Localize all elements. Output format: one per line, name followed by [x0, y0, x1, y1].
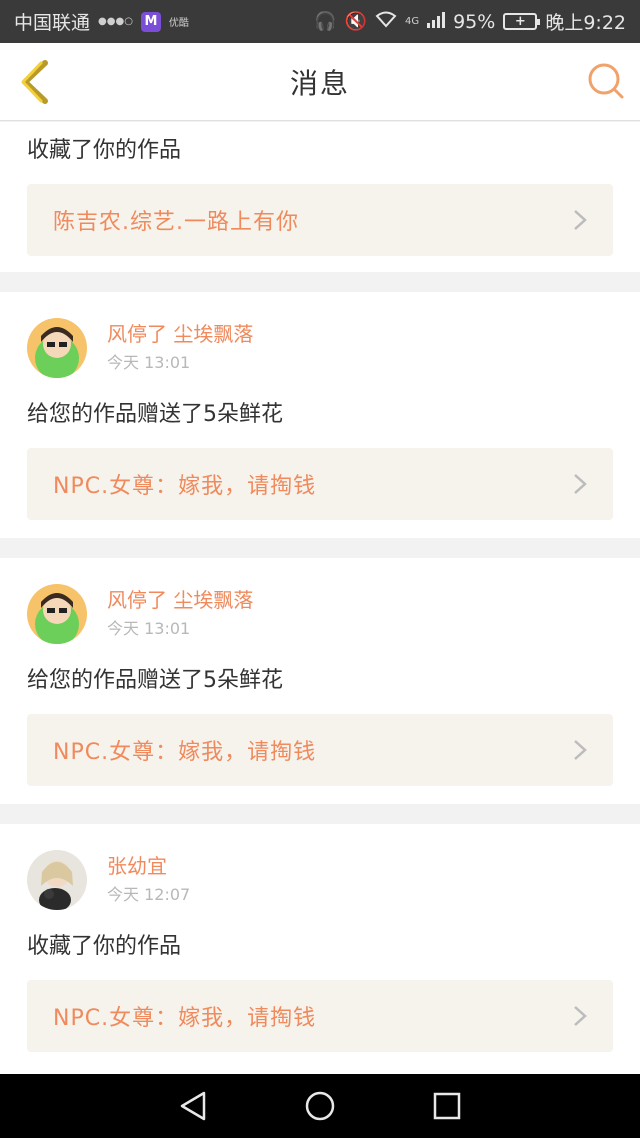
avatar[interactable] — [27, 850, 87, 910]
work-title: NPC.女尊：嫁我，请掏钱 — [53, 1006, 317, 1031]
user-name[interactable]: 张幼宜 — [107, 853, 190, 879]
user-row[interactable]: 张幼宜 今天 12:07 — [27, 850, 613, 912]
signal-label: ●●●○ — [98, 16, 133, 27]
chevron-right-icon — [574, 210, 587, 230]
triangle-back-icon — [181, 1091, 206, 1121]
message-text: 给您的作品赠送了5朵鲜花 — [27, 402, 283, 427]
message-text: 给您的作品赠送了5朵鲜花 — [27, 668, 283, 693]
avatar[interactable] — [27, 318, 87, 378]
back-arrow-icon — [21, 60, 48, 104]
message-text: 收藏了你的作品 — [27, 934, 182, 959]
message-list: 收藏了你的作品 陈吉农.综艺.一路上有你 风停了 尘埃飘落 今天 13:01 给… — [0, 122, 640, 1087]
user-name[interactable]: 风停了 尘埃飘落 — [107, 321, 253, 347]
system-back-button[interactable] — [173, 1086, 213, 1126]
user-name[interactable]: 风停了 尘埃飘落 — [107, 587, 253, 613]
user-row[interactable]: 风停了 尘埃飘落 今天 13:01 — [27, 584, 613, 646]
chevron-right-icon — [574, 740, 587, 760]
work-title: NPC.女尊：嫁我，请掏钱 — [53, 474, 317, 499]
chevron-right-icon — [574, 474, 587, 494]
wifi-icon — [375, 10, 397, 33]
square-recents-icon — [433, 1092, 460, 1120]
battery-percent: 95% — [453, 10, 496, 33]
chevron-right-icon — [574, 1006, 587, 1026]
page-title: 消息 — [289, 66, 350, 100]
message-card: 收藏了你的作品 陈吉农.综艺.一路上有你 — [0, 122, 640, 272]
message-time: 今天 13:01 — [107, 619, 191, 638]
message-text: 收藏了你的作品 — [27, 138, 182, 163]
user-row[interactable]: 风停了 尘埃飘落 今天 13:01 — [27, 318, 613, 380]
network-type: 4G — [404, 16, 420, 27]
work-link[interactable]: NPC.女尊：嫁我，请掏钱 — [27, 448, 613, 520]
work-title: NPC.女尊：嫁我，请掏钱 — [53, 740, 317, 765]
work-link[interactable]: NPC.女尊：嫁我，请掏钱 — [27, 714, 613, 786]
back-button[interactable] — [14, 57, 54, 107]
system-recents-button[interactable] — [427, 1086, 467, 1126]
headphones-icon: 🎧 — [314, 11, 337, 32]
system-nav-bar — [0, 1074, 640, 1138]
nav-bar: 消息 — [0, 43, 640, 121]
clock: 晚上9:22 — [545, 12, 626, 34]
circle-home-icon — [305, 1091, 335, 1121]
app-label: 优酷 — [168, 18, 189, 29]
avatar[interactable] — [27, 584, 87, 644]
work-title: 陈吉农.综艺.一路上有你 — [53, 210, 299, 235]
message-card: 风停了 尘埃飘落 今天 13:01 给您的作品赠送了5朵鲜花 NPC.女尊：嫁我… — [0, 292, 640, 538]
search-button[interactable] — [586, 61, 626, 101]
work-link[interactable]: NPC.女尊：嫁我，请掏钱 — [27, 980, 613, 1052]
message-card: 风停了 尘埃飘落 今天 13:01 给您的作品赠送了5朵鲜花 NPC.女尊：嫁我… — [0, 558, 640, 804]
message-time: 今天 12:07 — [107, 885, 191, 904]
battery-icon: + — [503, 13, 541, 30]
search-icon — [588, 63, 624, 99]
mute-icon: 🔇 — [344, 11, 367, 32]
work-link[interactable]: 陈吉农.综艺.一路上有你 — [27, 184, 613, 256]
system-home-button[interactable] — [300, 1086, 340, 1126]
status-bar: 中国联通 ●●●○ M 优酷 🎧 🔇 4G 95% + 晚上9:22 — [0, 0, 640, 43]
message-card: 张幼宜 今天 12:07 收藏了你的作品 NPC.女尊：嫁我，请掏钱 — [0, 824, 640, 1087]
carrier-name: 中国联通 — [14, 12, 91, 34]
app-badge-icon: M — [140, 11, 161, 32]
message-time: 今天 13:01 — [107, 353, 191, 372]
cell-signal-icon — [427, 11, 446, 33]
